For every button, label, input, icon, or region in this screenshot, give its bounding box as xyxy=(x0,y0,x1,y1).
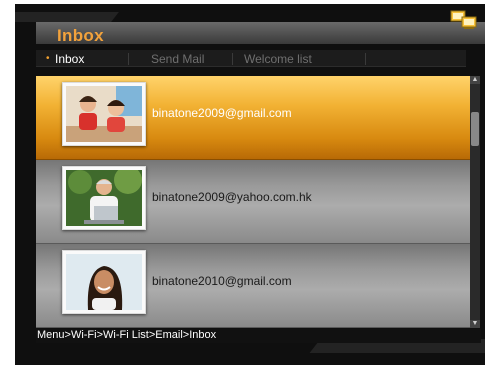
sender-email: binatone2009@gmail.com xyxy=(152,106,292,120)
breadcrumb: Menu>Wi-Fi>Wi-Fi List>Email>Inbox xyxy=(37,329,217,341)
contact-photo xyxy=(62,82,146,146)
smiling-woman-photo-icon xyxy=(66,254,142,310)
tab-send-mail[interactable]: Send Mail xyxy=(151,52,204,66)
inbox-list: binatone2009@gmail.com binatone2009@yaho… xyxy=(36,76,470,328)
tab-divider xyxy=(128,53,129,65)
tab-divider xyxy=(365,53,366,65)
active-tab-bullet: • xyxy=(46,53,50,64)
tab-inbox[interactable]: Inbox xyxy=(55,52,84,66)
decorative-stripe xyxy=(15,12,119,22)
scroll-thumb[interactable] xyxy=(471,112,479,146)
page-title: Inbox xyxy=(57,26,104,45)
sender-email: binatone2009@yahoo.com.hk xyxy=(152,190,312,204)
list-item[interactable]: binatone2009@yahoo.com.hk xyxy=(36,160,470,244)
sender-email: binatone2010@gmail.com xyxy=(152,274,292,288)
two-children-photo-icon xyxy=(66,86,142,142)
contact-photo xyxy=(62,250,146,314)
tab-divider xyxy=(232,53,233,65)
list-scrollbar[interactable]: ▲ ▼ xyxy=(470,76,480,328)
tab-welcome-list[interactable]: Welcome list xyxy=(244,52,312,66)
contact-photo xyxy=(62,166,146,230)
scroll-down-arrow-icon[interactable]: ▼ xyxy=(470,320,480,328)
list-item[interactable]: binatone2010@gmail.com xyxy=(36,244,470,328)
list-item[interactable]: binatone2009@gmail.com xyxy=(36,76,470,160)
network-computers-icon xyxy=(450,10,477,29)
man-with-laptop-photo-icon xyxy=(66,170,142,226)
scroll-up-arrow-icon[interactable]: ▲ xyxy=(470,76,480,84)
